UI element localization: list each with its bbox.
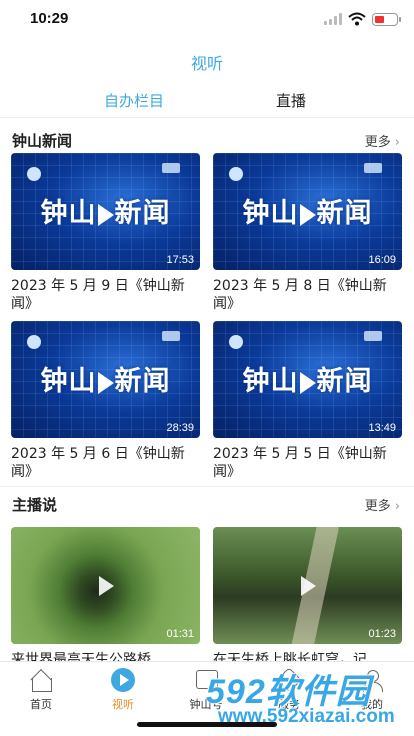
video-card[interactable]: 01:23 在天生桥上眺长虹穹，记 <box>213 527 402 667</box>
more-button[interactable]: 更多 › <box>365 495 400 514</box>
thumbnail-title: 钟山 新闻 <box>40 198 171 229</box>
battery-icon <box>372 12 401 26</box>
more-button[interactable]: 更多 › <box>365 131 400 150</box>
video-caption: 2023 年 5 月 8 日《钟山新闻》 <box>213 278 387 312</box>
wifi-icon <box>348 12 366 26</box>
video-caption: 2023 年 5 月 9 日《钟山新闻》 <box>11 278 185 312</box>
thumbnail-title: 钟山 新闻 <box>40 366 171 397</box>
video-duration: 28:39 <box>166 422 194 434</box>
video-card[interactable]: 钟山 新闻 28:39 2023 年 5 月 6 日《钟山新闻》 <box>11 321 200 481</box>
section-header-anchor: 主播说 更多 › <box>0 492 414 518</box>
play-icon <box>98 575 114 596</box>
section-title: 主播说 <box>12 496 58 514</box>
tabbar-label: 首页 <box>30 698 52 711</box>
status-icons <box>324 12 401 26</box>
video-duration: 13:49 <box>368 422 396 434</box>
top-tabs: 自办栏目 直播 <box>0 86 414 118</box>
video-duration: 16:09 <box>368 254 396 266</box>
thumbnail-title: 钟山 新闻 <box>242 198 373 229</box>
more-label: 更多 <box>364 135 391 150</box>
video-caption: 2023 年 5 月 5 日《钟山新闻》 <box>213 446 387 480</box>
page-title: 视听 <box>190 54 223 73</box>
play-icon <box>300 575 316 596</box>
chevron-right-icon: › <box>394 135 400 150</box>
more-label: 更多 <box>364 499 391 514</box>
channel-logo-icon <box>27 167 41 181</box>
play-icon <box>97 203 114 226</box>
video-card[interactable]: 钟山 新闻 16:09 2023 年 5 月 8 日《钟山新闻》 <box>213 153 402 313</box>
channel-logo-icon <box>229 335 243 349</box>
status-time: 10:29 <box>30 10 69 27</box>
video-thumbnail: 01:23 <box>213 527 402 644</box>
home-indicator <box>137 722 277 727</box>
video-duration: 01:23 <box>368 628 396 640</box>
tabbar-item-video[interactable]: 视听 <box>93 668 153 712</box>
video-caption: 2023 年 5 月 6 日《钟山新闻》 <box>11 446 185 480</box>
channel-logo-icon <box>229 167 243 181</box>
tabbar-label: 视听 <box>112 698 134 711</box>
video-duration: 17:53 <box>166 254 194 266</box>
play-icon <box>299 371 316 394</box>
section-title: 钟山新闻 <box>12 132 73 150</box>
video-card[interactable]: 01:31 来世界最高天生公路桥 <box>11 527 200 667</box>
video-thumbnail: 钟山 新闻 28:39 <box>11 321 200 438</box>
tabbar-item-home[interactable]: 首页 <box>11 668 71 712</box>
video-thumbnail: 01:31 <box>11 527 200 644</box>
video-card[interactable]: 钟山 新闻 13:49 2023 年 5 月 5 日《钟山新闻》 <box>213 321 402 481</box>
tab-live[interactable]: 直播 <box>276 90 306 111</box>
play-icon <box>299 203 316 226</box>
video-thumbnail: 钟山 新闻 16:09 <box>213 153 402 270</box>
signal-icon <box>324 13 342 25</box>
video-card[interactable]: 钟山 新闻 17:53 2023 年 5 月 9 日《钟山新闻》 <box>11 153 200 313</box>
play-icon <box>97 371 114 394</box>
video-icon <box>111 668 135 692</box>
chevron-right-icon: › <box>394 499 400 514</box>
channel-logo-icon <box>27 335 41 349</box>
video-duration: 01:31 <box>166 628 194 640</box>
section-header-news: 钟山新闻 更多 › <box>0 128 414 154</box>
tab-self-programs[interactable]: 自办栏目 <box>104 90 164 111</box>
status-bar: 10:29 <box>0 0 414 40</box>
section-divider <box>0 486 414 487</box>
home-icon <box>28 668 54 692</box>
video-thumbnail: 钟山 新闻 17:53 <box>11 153 200 270</box>
thumbnail-title: 钟山 新闻 <box>242 366 373 397</box>
video-thumbnail: 钟山 新闻 13:49 <box>213 321 402 438</box>
